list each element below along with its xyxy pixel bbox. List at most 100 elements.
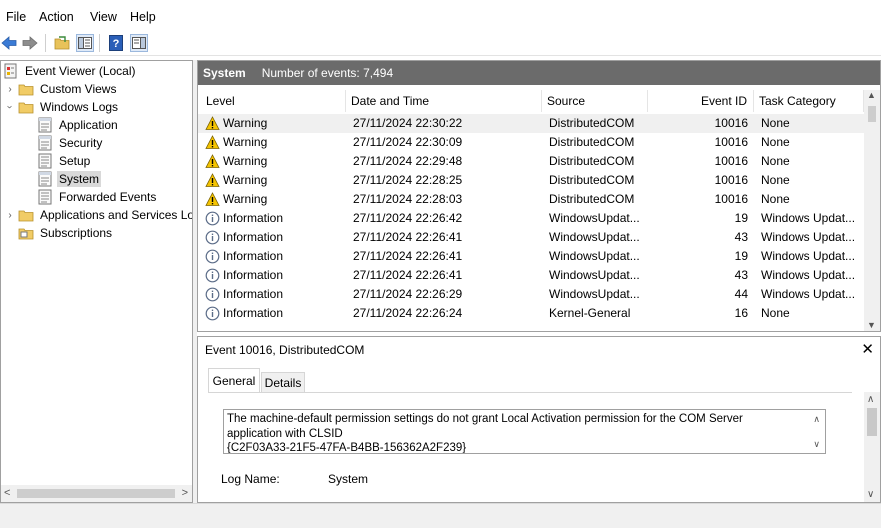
tree-label: Setup (59, 154, 91, 168)
cell-task-category: Windows Updat... (761, 249, 856, 263)
chevron-up-icon[interactable]: ∧ (867, 394, 874, 405)
scrollbar-thumb[interactable] (867, 408, 877, 436)
detail-vertical-scrollbar[interactable]: ∧ ∨ (864, 392, 880, 502)
back-arrow-icon[interactable] (0, 34, 18, 52)
table-row[interactable]: Information 27/11/2024 22:26:41 WindowsUpd… (198, 266, 866, 285)
information-icon (205, 249, 220, 264)
cell-source: DistributedCOM (549, 116, 635, 130)
tab-general[interactable]: General (208, 368, 260, 392)
cell-level: Information (223, 230, 284, 244)
tree-label: Forwarded Events (59, 190, 157, 204)
chevron-right-icon[interactable]: › (4, 83, 16, 95)
cell-event-id: 19 (734, 211, 748, 225)
table-row[interactable]: Information 27/11/2024 22:26:42 WindowsUpd… (198, 209, 866, 228)
log-icon (37, 171, 53, 187)
tree-item-setup[interactable]: Setup (37, 152, 92, 170)
cell-event-id: 44 (734, 287, 748, 301)
cell-source: WindowsUpdat... (549, 249, 640, 263)
cell-event-id: 10016 (714, 116, 748, 130)
scrollbar-thumb[interactable] (17, 489, 175, 498)
table-row[interactable]: Warning 27/11/2024 22:29:48 DistributedCOM… (198, 152, 866, 171)
table-row[interactable]: Warning 27/11/2024 22:28:25 DistributedCOM… (198, 171, 866, 190)
cell-level: Information (223, 211, 284, 225)
cell-event-id: 10016 (714, 135, 748, 149)
tree-item-custom-views[interactable]: Custom Views (18, 80, 118, 98)
column-task-category[interactable]: Task Category (754, 90, 864, 112)
tree-item-applications-and-services[interactable]: Applications and Services Lo (18, 206, 193, 224)
table-row[interactable]: Warning 27/11/2024 22:30:22 DistributedCOM… (198, 114, 866, 133)
tree-label: Application (59, 118, 118, 132)
column-level[interactable]: Level (201, 90, 346, 112)
table-row[interactable]: Warning 27/11/2024 22:30:09 DistributedCOM… (198, 133, 866, 152)
chevron-down-icon[interactable]: ∨ (867, 489, 874, 500)
tree-item-application[interactable]: Application (37, 116, 120, 134)
menu-help[interactable]: Help (130, 10, 156, 24)
show-hide-tree-icon[interactable] (76, 34, 94, 52)
tree-item-security[interactable]: Security (37, 134, 104, 152)
menu-view[interactable]: View (90, 10, 117, 24)
menu-action[interactable]: Action (39, 10, 74, 24)
tree-label: System (57, 171, 102, 187)
scroll-right-icon[interactable]: > (182, 487, 188, 499)
forward-arrow-icon[interactable] (21, 34, 39, 52)
cell-event-id: 10016 (714, 173, 748, 187)
cell-date-and-time: 27/11/2024 22:26:24 (353, 306, 463, 320)
close-icon[interactable]: ✕ (861, 340, 874, 358)
log-name-value: System (328, 472, 369, 486)
tree-item-subscriptions[interactable]: Subscriptions (18, 224, 114, 242)
event-message-box[interactable]: The machine-default permission settings … (223, 409, 826, 454)
folder-icon (18, 99, 34, 115)
chevron-up-icon[interactable]: ∧ (813, 412, 820, 427)
log-icon (37, 135, 53, 151)
message-line: The machine-default permission settings … (227, 413, 743, 425)
table-row[interactable]: Information 27/11/2024 22:26:29 WindowsUpd… (198, 285, 866, 304)
cell-date-and-time: 27/11/2024 22:26:42 (353, 211, 463, 225)
cell-level: Warning (223, 135, 268, 149)
properties-pane-icon[interactable] (130, 34, 148, 52)
log-icon (37, 153, 53, 169)
information-icon (205, 268, 220, 283)
tree-item-event-viewer[interactable]: Event Viewer (Local) (3, 62, 138, 80)
open-folder-icon[interactable] (53, 34, 71, 52)
cell-level: Warning (223, 173, 268, 187)
cell-source: DistributedCOM (549, 154, 635, 168)
events-vertical-scrollbar[interactable]: ▲ ▼ (864, 90, 880, 331)
column-event-id[interactable]: Event ID (648, 90, 754, 112)
tree-item-system[interactable]: System (37, 170, 102, 188)
cell-level: Information (223, 268, 284, 282)
detail-title: Event 10016, DistributedCOM (205, 343, 365, 357)
tab-details[interactable]: Details (261, 372, 305, 392)
tree-horizontal-scrollbar[interactable]: < > (1, 485, 192, 502)
tree-label: Applications and Services Lo (40, 208, 193, 222)
cell-level: Warning (223, 192, 268, 206)
cell-task-category: Windows Updat... (761, 268, 856, 282)
column-source[interactable]: Source (542, 90, 648, 112)
svg-text:?: ? (113, 38, 120, 50)
tree-label: Security (59, 136, 103, 150)
tree-item-windows-logs[interactable]: Windows Logs (18, 98, 120, 116)
events-grid: Level Date and Time Source Event ID Task… (198, 90, 866, 331)
tree-item-forwarded-events[interactable]: Forwarded Events (37, 188, 158, 206)
scroll-left-icon[interactable]: < (4, 487, 10, 499)
scroll-down-icon[interactable]: ▼ (867, 320, 876, 330)
chevron-down-icon[interactable]: › (4, 101, 16, 113)
toolbar-separator (45, 34, 46, 52)
cell-event-id: 10016 (714, 192, 748, 206)
scrollbar-thumb[interactable] (868, 106, 876, 122)
table-row[interactable]: Information 27/11/2024 22:26:41 WindowsUpd… (198, 247, 866, 266)
message-line: application with CLSID (227, 427, 343, 440)
event-detail-pane: Event 10016, DistributedCOM ✕ General De… (197, 336, 881, 503)
cell-date-and-time: 27/11/2024 22:30:22 (353, 116, 463, 130)
cell-date-and-time: 27/11/2024 22:28:25 (353, 173, 463, 187)
cell-level: Information (223, 249, 284, 263)
help-icon[interactable]: ? (107, 34, 125, 52)
table-row[interactable]: Information 27/11/2024 22:26:41 WindowsUpd… (198, 228, 866, 247)
chevron-down-icon[interactable]: ∨ (813, 437, 820, 452)
table-row[interactable]: Warning 27/11/2024 22:28:03 DistributedCOM… (198, 190, 866, 209)
chevron-right-icon[interactable]: › (4, 209, 16, 221)
scroll-up-icon[interactable]: ▲ (867, 90, 876, 100)
cell-date-and-time: 27/11/2024 22:26:41 (353, 230, 463, 244)
menu-file[interactable]: File (6, 10, 26, 24)
column-date-and-time[interactable]: Date and Time (346, 90, 542, 112)
table-row[interactable]: Information 27/11/2024 22:26:24 Kernel-Gen… (198, 304, 866, 323)
